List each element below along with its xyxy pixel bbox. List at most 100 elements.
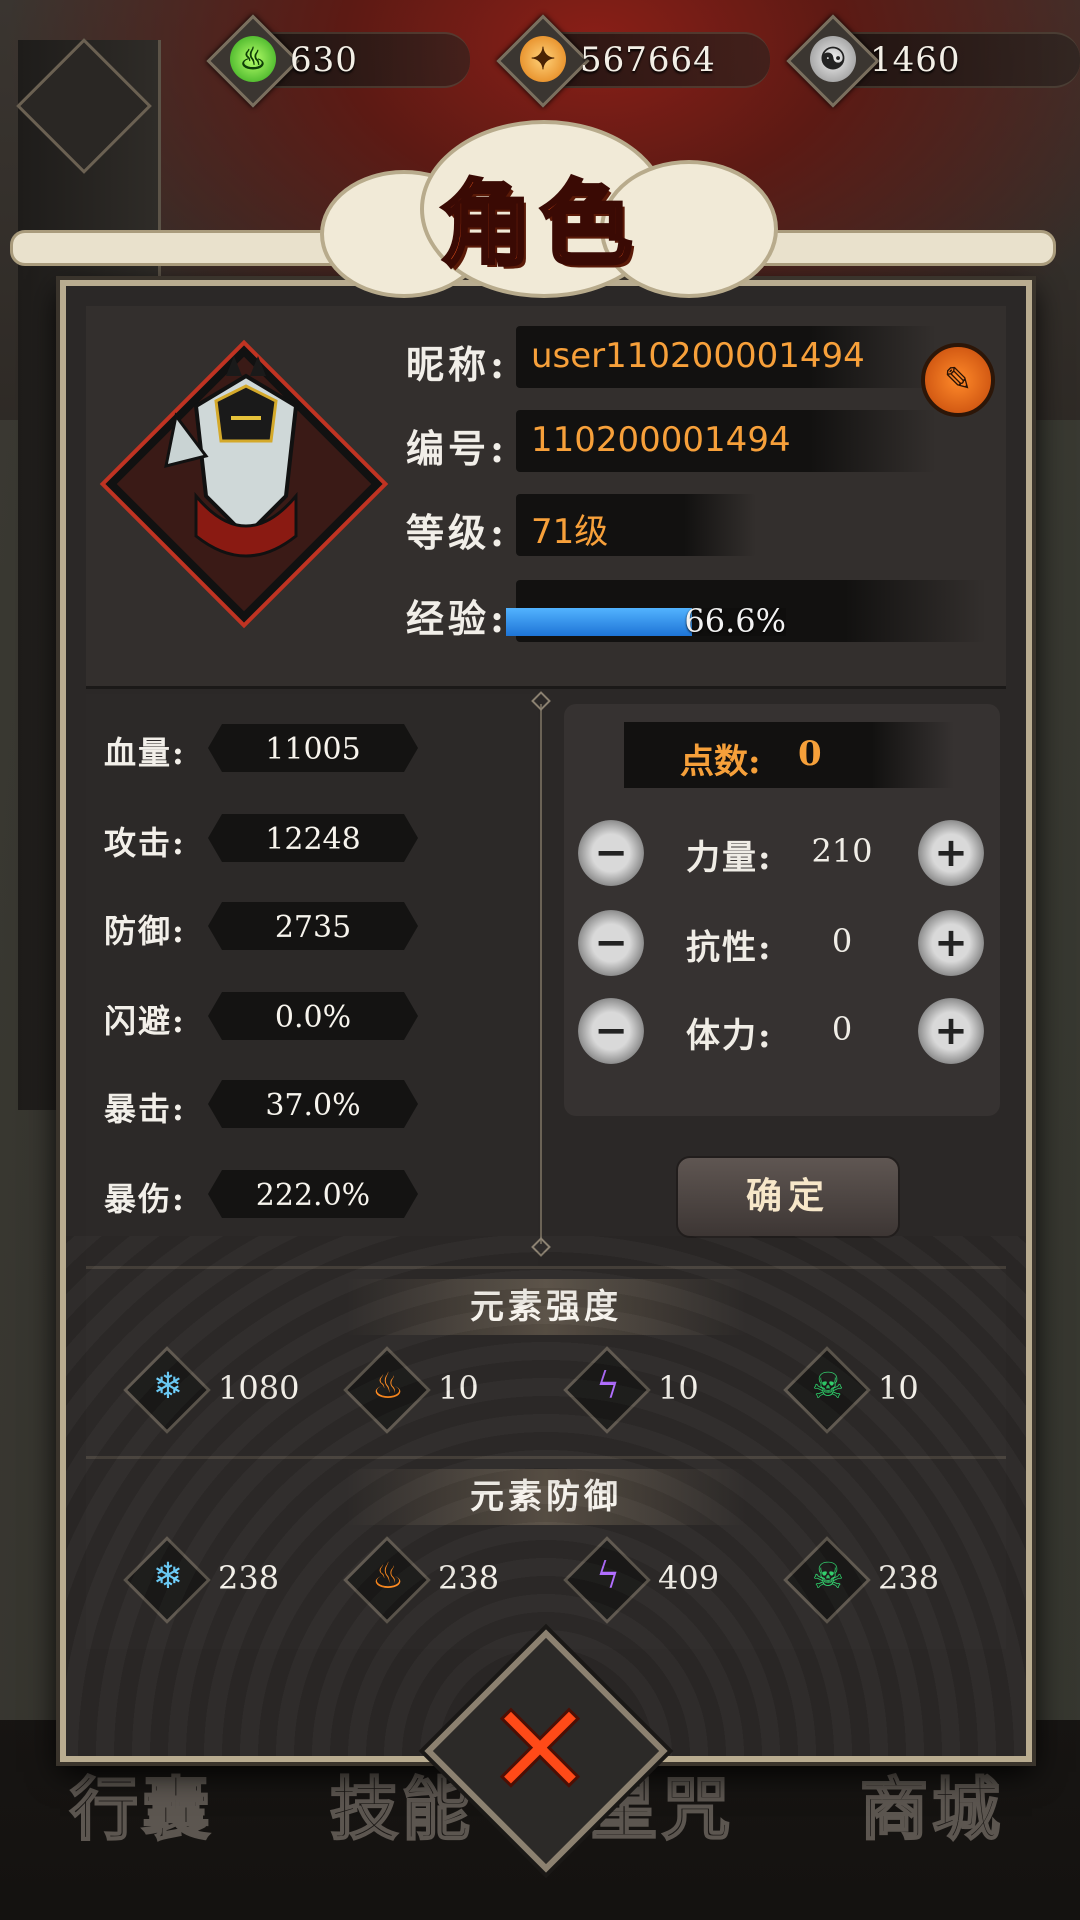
points-label: 点数: <box>680 742 761 782</box>
attribute-row-resistance: − 抗性: 0 + <box>578 904 988 984</box>
title-cloud: 角色 <box>300 110 780 300</box>
id-value: 110200001494 <box>531 420 791 460</box>
attribute-label: 抗性: <box>686 928 773 968</box>
stats-list[interactable]: 血量: 11005 攻击: 12248 防御: 2735 闪避: 0.0% 暴击… <box>86 694 538 1266</box>
element-value: 1080 <box>218 1369 300 1407</box>
green-flame-icon: ♨ <box>230 36 276 82</box>
stat-row: 暴击: 37.0% <box>104 1080 434 1132</box>
element-value: 10 <box>878 1369 919 1407</box>
id-label: 编号: <box>406 426 509 471</box>
element-value: 238 <box>218 1559 280 1597</box>
element-value: 238 <box>878 1559 940 1597</box>
stat-value: 0.0% <box>274 1000 352 1035</box>
element-frame <box>343 1346 431 1434</box>
stat-row: 闪避: 0.0% <box>104 992 434 1044</box>
attribute-label: 力量: <box>686 838 773 878</box>
edit-nickname-button[interactable]: ✎ <box>921 343 995 417</box>
exp-percent: 66.6% <box>684 602 786 640</box>
element-defense-title: 元素防御 <box>346 1469 746 1525</box>
poison-skull-icon: ☠ <box>811 1556 845 1597</box>
element-frame <box>563 1346 651 1434</box>
resource-silver: ☯ 1460 <box>786 14 1080 108</box>
gold-coin-icon: ✦ <box>520 36 566 82</box>
profile-section: 昵称: user110200001494 ✎ 编号: 110200001494 … <box>86 306 1006 689</box>
element-frame <box>783 1536 871 1624</box>
level-label: 等级: <box>406 510 509 555</box>
stat-value: 222.0% <box>255 1178 371 1213</box>
resource-green-value: 630 <box>290 40 358 80</box>
resource-green: ♨ 630 <box>206 14 470 108</box>
nickname-value: user110200001494 <box>531 336 865 376</box>
minus-stamina-button[interactable]: − <box>578 998 644 1064</box>
points-panel: 点数: 0 − 力量: 210 + − 抗性: 0 + − 体力: 0 + <box>564 704 1000 1116</box>
element-value: 10 <box>658 1369 699 1407</box>
element-frame <box>563 1536 651 1624</box>
lightning-icon: ϟ <box>596 1556 620 1597</box>
element-frame <box>343 1536 431 1624</box>
stats-scrollbar[interactable] <box>540 704 542 1244</box>
stat-label: 闪避: <box>104 1002 186 1040</box>
element-value: 10 <box>438 1369 479 1407</box>
stat-label: 防御: <box>104 912 186 950</box>
stat-label: 暴击: <box>104 1090 186 1128</box>
stat-row: 暴伤: 222.0% <box>104 1170 434 1222</box>
attribute-value: 0 <box>831 1010 853 1048</box>
resource-silver-value: 1460 <box>870 40 961 80</box>
stat-label: 暴伤: <box>104 1180 186 1218</box>
attribute-row-strength: − 力量: 210 + <box>578 814 988 894</box>
stat-row: 血量: 11005 <box>104 724 434 776</box>
nav-shop[interactable]: 商城 <box>859 1754 1004 1853</box>
lightning-icon: ϟ <box>596 1366 620 1407</box>
nickname-row: 昵称: user110200001494 <box>406 326 966 392</box>
stat-value: 37.0% <box>265 1088 361 1123</box>
brush-icon: ✎ <box>943 360 973 400</box>
level-value: 71级 <box>531 512 609 552</box>
minus-resistance-button[interactable]: − <box>578 910 644 976</box>
close-button[interactable]: ✕ <box>470 1679 610 1822</box>
plus-strength-button[interactable]: + <box>918 820 984 886</box>
points-header: 点数: 0 <box>624 722 954 788</box>
stat-row: 攻击: 12248 <box>104 814 434 866</box>
stat-value: 11005 <box>265 732 361 767</box>
element-frame <box>123 1346 211 1434</box>
plus-resistance-button[interactable]: + <box>918 910 984 976</box>
element-frame <box>123 1536 211 1624</box>
ice-snowflake-icon: ❄ <box>152 1366 184 1407</box>
fire-flame-icon: ♨ <box>371 1556 405 1597</box>
element-strength-section: 元素强度 ❄ 1080 ♨ 10 ϟ 10 ☠ 10 <box>86 1266 1006 1459</box>
attribute-value: 210 <box>811 832 873 870</box>
stat-value: 2735 <box>274 910 352 945</box>
poison-skull-icon: ☠ <box>811 1366 845 1407</box>
attribute-value: 0 <box>831 922 853 960</box>
nickname-label: 昵称: <box>406 342 509 387</box>
exp-label: 经验: <box>406 596 509 641</box>
confirm-button[interactable]: 确定 <box>676 1156 900 1238</box>
nav-bag[interactable]: 行囊 <box>69 1754 214 1853</box>
character-panel: 昵称: user110200001494 ✎ 编号: 110200001494 … <box>60 280 1032 1762</box>
resource-bar: ♨ 630 ✦ 567664 ☯ 1460 <box>206 14 1080 108</box>
stat-label: 攻击: <box>104 824 186 862</box>
page-title: 角色 <box>438 168 640 280</box>
ice-snowflake-icon: ❄ <box>152 1556 184 1597</box>
avatar <box>164 356 299 558</box>
collapse-menu-button[interactable] <box>16 38 152 174</box>
resource-gold-value: 567664 <box>580 40 716 80</box>
attribute-row-stamina: − 体力: 0 + <box>578 992 988 1072</box>
stat-value: 12248 <box>265 822 361 857</box>
stat-row: 防御: 2735 <box>104 902 434 954</box>
element-strength-title: 元素强度 <box>346 1279 746 1335</box>
plus-stamina-button[interactable]: + <box>918 998 984 1064</box>
id-row: 编号: 110200001494 <box>406 410 966 476</box>
element-defense-section: 元素防御 ❄ 238 ♨ 238 ϟ 409 ☠ 238 <box>86 1456 1006 1649</box>
points-value: 0 <box>798 734 822 774</box>
element-value: 238 <box>438 1559 500 1597</box>
element-frame <box>783 1346 871 1434</box>
stat-label: 血量: <box>104 734 186 772</box>
fire-flame-icon: ♨ <box>371 1366 405 1407</box>
close-icon: ✕ <box>484 1674 596 1826</box>
resource-gold: ✦ 567664 <box>496 14 770 108</box>
minus-strength-button[interactable]: − <box>578 820 644 886</box>
level-row: 等级: 71级 <box>406 494 966 560</box>
element-value: 409 <box>658 1559 720 1597</box>
attribute-label: 体力: <box>686 1016 773 1056</box>
